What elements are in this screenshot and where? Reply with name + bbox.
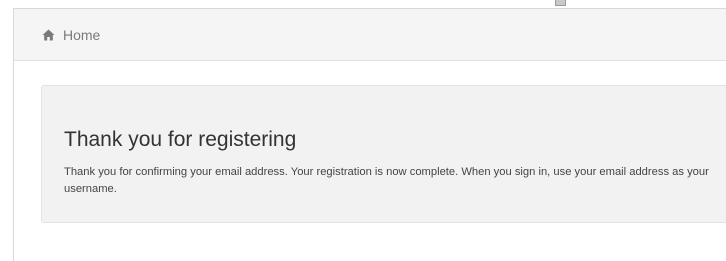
confirmation-panel: Thank you for registering Thank you for … <box>41 85 726 223</box>
breadcrumb: Home <box>14 9 726 61</box>
top-strip <box>0 0 726 7</box>
confirmation-message: Thank you for confirming your email addr… <box>64 166 709 195</box>
home-icon <box>42 29 55 40</box>
content-frame: Home Thank you for registering Thank you… <box>13 8 726 261</box>
page: Home Thank you for registering Thank you… <box>0 0 726 261</box>
confirmation-title: Thank you for registering <box>64 128 297 151</box>
scrollbar-thumb[interactable] <box>555 0 566 6</box>
breadcrumb-home-link[interactable]: Home <box>63 27 100 43</box>
